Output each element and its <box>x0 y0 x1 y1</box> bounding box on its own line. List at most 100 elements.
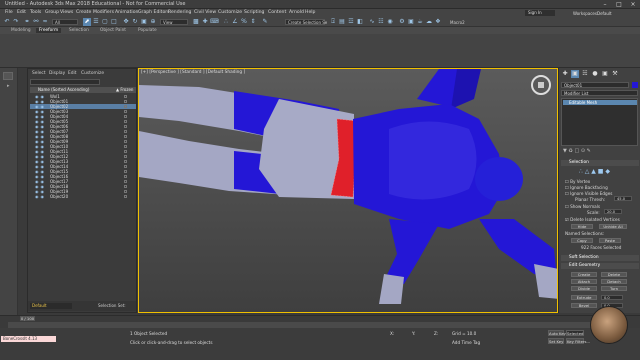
toggle-ribbon-icon[interactable]: ◧ <box>356 18 364 26</box>
modify-panel-icon[interactable]: ▣ <box>571 70 579 78</box>
column-frozen[interactable]: ▲ Frozen <box>116 87 133 93</box>
menu-rendering[interactable]: Rendering <box>168 10 191 15</box>
align-icon[interactable]: ▤ <box>338 18 346 26</box>
delete-isolated-checkbox[interactable]: ☑ Delete Isolated Vertices <box>565 217 620 222</box>
modifier-list-dropdown[interactable]: Modifier List <box>561 90 638 96</box>
menu-file[interactable]: File <box>5 10 13 15</box>
scale-spinner[interactable]: 20.0 <box>604 209 622 214</box>
menu-arnold[interactable]: Arnold <box>289 10 304 15</box>
named-selection-set-dropdown[interactable]: Create Selection Se <box>285 19 327 25</box>
explorer-tab-display[interactable]: Display <box>49 71 65 76</box>
tab-populate[interactable]: Populate <box>138 28 157 33</box>
maxscript-listener[interactable]: BoneCrossIt 4.13 <box>1 336 56 342</box>
freeze-checkbox[interactable] <box>124 120 127 123</box>
scale-icon[interactable]: ▣ <box>140 18 148 26</box>
soft-selection-rollout[interactable]: Soft Selection <box>561 255 639 261</box>
maximize-button[interactable]: □ <box>612 0 626 9</box>
freeze-checkbox[interactable] <box>124 95 127 98</box>
detach-button[interactable]: Detach <box>601 279 627 284</box>
hide-button[interactable]: Hide <box>571 224 593 229</box>
extrude-spinner[interactable]: 0.0 <box>601 295 623 300</box>
menu-graph-editors[interactable]: Graph Editors <box>138 10 170 15</box>
unhide-all-button[interactable]: Unhide All <box>599 224 627 229</box>
visibility-icon[interactable]: ◉ ◉ <box>35 194 44 199</box>
create-panel-icon[interactable]: ✚ <box>561 70 569 78</box>
angle-snap-icon[interactable]: ∠ <box>231 18 239 26</box>
menu-animation[interactable]: Animation <box>115 10 138 15</box>
freeze-checkbox[interactable] <box>124 190 127 193</box>
show-normals-checkbox[interactable]: ☐ Show Normals <box>565 204 600 209</box>
freeze-checkbox[interactable] <box>124 125 127 128</box>
layer-dropdown[interactable]: Default <box>30 303 72 309</box>
menu-group[interactable]: Group <box>45 10 59 15</box>
freeze-checkbox[interactable] <box>124 175 127 178</box>
mirror-icon[interactable]: ⍐ <box>329 18 337 26</box>
placement-icon[interactable]: ⊕ <box>149 18 157 26</box>
menu-content[interactable]: Content <box>268 10 286 15</box>
tab-selection[interactable]: Selection <box>69 28 89 33</box>
freeze-checkbox[interactable] <box>124 165 127 168</box>
motion-panel-icon[interactable]: ● <box>591 70 599 78</box>
menu-customize[interactable]: Customize <box>218 10 242 15</box>
delete-button[interactable]: Delete <box>601 272 627 277</box>
selection-rollout[interactable]: Selection <box>561 160 639 166</box>
attach-button[interactable]: Attach <box>571 279 597 284</box>
object-color-swatch[interactable] <box>632 82 638 88</box>
rotate-icon[interactable]: ↻ <box>131 18 139 26</box>
keyboard-shortcut-icon[interactable]: ⌨ <box>210 18 219 26</box>
select-by-name-icon[interactable]: ☰ <box>92 18 100 26</box>
explorer-tab-customize[interactable]: Customize <box>81 71 104 76</box>
menu-create[interactable]: Create <box>76 10 91 15</box>
unlink-icon[interactable]: ⚯ <box>32 18 40 26</box>
explorer-column-header[interactable]: Name (Sorted Ascending) ▲ Frozen <box>30 87 136 93</box>
planar-thresh-spinner[interactable]: 45.0 <box>614 196 632 201</box>
material-editor-icon[interactable]: ◉ <box>386 18 394 26</box>
macro-label[interactable]: Macro2 <box>450 20 465 25</box>
schematic-view-icon[interactable]: ☷ <box>377 18 385 26</box>
bevel-button[interactable]: Bevel <box>571 303 597 308</box>
move-icon[interactable]: ✥ <box>122 18 130 26</box>
minimize-button[interactable]: – <box>598 0 612 9</box>
freeze-checkbox[interactable] <box>124 170 127 173</box>
tab-freeform[interactable]: Freeform <box>36 28 62 33</box>
freeze-checkbox[interactable] <box>124 145 127 148</box>
auto-key-button[interactable]: Auto Key <box>548 330 566 336</box>
column-name[interactable]: Name (Sorted Ascending) <box>38 87 89 93</box>
freeze-checkbox[interactable] <box>124 155 127 158</box>
object-name-field[interactable]: Object01 <box>561 82 629 88</box>
display-panel-icon[interactable]: ▣ <box>601 70 609 78</box>
freeze-checkbox[interactable] <box>124 130 127 133</box>
freeze-checkbox[interactable] <box>124 140 127 143</box>
by-vertex-checkbox[interactable]: ☐ By Vertex <box>565 179 590 184</box>
freeze-checkbox[interactable] <box>124 150 127 153</box>
stack-item-editable-mesh[interactable]: Editable Mesh <box>563 100 637 105</box>
window-crossing-icon[interactable]: □ <box>110 18 118 26</box>
layout-tab-button[interactable] <box>3 72 13 80</box>
explorer-tab-select[interactable]: Select <box>32 71 46 76</box>
workspace-dropdown[interactable]: Default <box>597 11 612 16</box>
menu-scripting[interactable]: Scripting <box>244 10 264 15</box>
hierarchy-panel-icon[interactable]: ☵ <box>581 70 589 78</box>
divide-button[interactable]: Divide <box>571 286 597 291</box>
edit-named-sets-icon[interactable]: ✎ <box>261 18 269 26</box>
freeze-checkbox[interactable] <box>124 110 127 113</box>
character-mesh[interactable] <box>139 69 558 313</box>
curve-editor-icon[interactable]: ∿ <box>368 18 376 26</box>
stack-tools[interactable]: ▼ ♻ □ ⊙ ✎ <box>563 148 633 154</box>
sign-in-button[interactable]: Sign In <box>525 10 555 16</box>
subobject-level-icons[interactable]: ∴ △ ▲ ■ ◆ <box>579 168 610 175</box>
freeze-checkbox[interactable] <box>124 105 127 108</box>
undo-icon[interactable]: ↶ <box>3 18 11 26</box>
render-online-icon[interactable]: ☁ <box>425 18 433 26</box>
freeze-checkbox[interactable] <box>124 160 127 163</box>
select-object-icon[interactable]: ⬈ <box>83 18 91 26</box>
freeze-checkbox[interactable] <box>124 115 127 118</box>
ignore-backfacing-checkbox[interactable]: ☐ Ignore Backfacing <box>565 185 608 190</box>
viewcube-icon[interactable] <box>531 75 551 95</box>
tab-modeling[interactable]: Modeling <box>11 28 31 33</box>
copy-button[interactable]: Copy <box>571 238 593 243</box>
perspective-viewport[interactable]: [+] [Perspective ] [Standard ] [Default … <box>138 68 558 313</box>
reference-coordinate-dropdown[interactable]: View <box>160 19 188 25</box>
expand-arrow-icon[interactable]: ▸ <box>7 83 10 89</box>
freeze-checkbox[interactable] <box>124 185 127 188</box>
